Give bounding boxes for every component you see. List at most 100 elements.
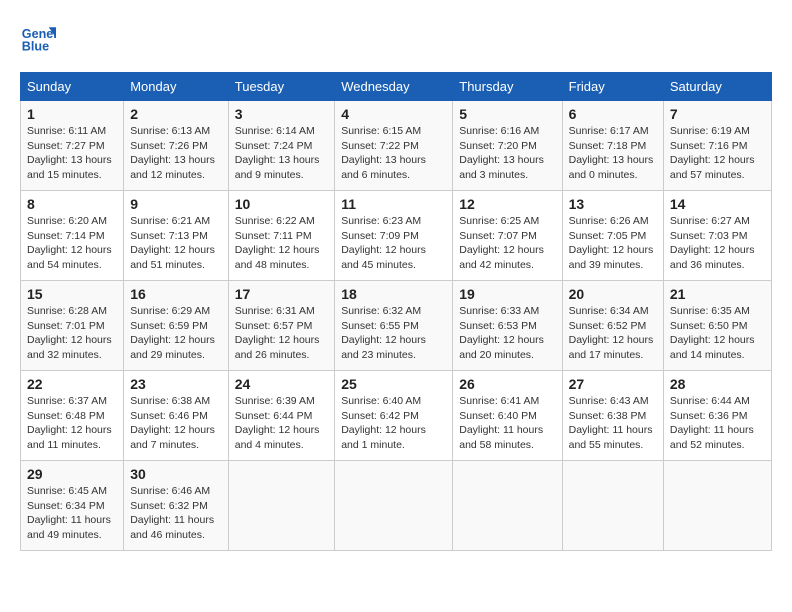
calendar-cell: 24 Sunrise: 6:39 AM Sunset: 6:44 PM Dayl… <box>228 371 334 461</box>
day-number: 13 <box>569 196 657 212</box>
day-number: 30 <box>130 466 222 482</box>
day-info: Sunrise: 6:13 AM Sunset: 7:26 PM Dayligh… <box>130 124 222 183</box>
calendar-table: SundayMondayTuesdayWednesdayThursdayFrid… <box>20 72 772 551</box>
day-info: Sunrise: 6:15 AM Sunset: 7:22 PM Dayligh… <box>341 124 446 183</box>
day-info: Sunrise: 6:38 AM Sunset: 6:46 PM Dayligh… <box>130 394 222 453</box>
calendar-cell: 15 Sunrise: 6:28 AM Sunset: 7:01 PM Dayl… <box>21 281 124 371</box>
day-number: 10 <box>235 196 328 212</box>
day-info: Sunrise: 6:43 AM Sunset: 6:38 PM Dayligh… <box>569 394 657 453</box>
day-number: 8 <box>27 196 117 212</box>
week-row-2: 8 Sunrise: 6:20 AM Sunset: 7:14 PM Dayli… <box>21 191 772 281</box>
svg-text:Blue: Blue <box>22 40 49 54</box>
day-number: 2 <box>130 106 222 122</box>
day-info: Sunrise: 6:32 AM Sunset: 6:55 PM Dayligh… <box>341 304 446 363</box>
calendar-cell <box>663 461 771 551</box>
calendar-cell: 12 Sunrise: 6:25 AM Sunset: 7:07 PM Dayl… <box>453 191 562 281</box>
calendar-cell: 1 Sunrise: 6:11 AM Sunset: 7:27 PM Dayli… <box>21 101 124 191</box>
day-info: Sunrise: 6:39 AM Sunset: 6:44 PM Dayligh… <box>235 394 328 453</box>
calendar-cell: 26 Sunrise: 6:41 AM Sunset: 6:40 PM Dayl… <box>453 371 562 461</box>
calendar-cell <box>228 461 334 551</box>
day-number: 5 <box>459 106 555 122</box>
calendar-cell: 20 Sunrise: 6:34 AM Sunset: 6:52 PM Dayl… <box>562 281 663 371</box>
day-number: 21 <box>670 286 765 302</box>
day-info: Sunrise: 6:19 AM Sunset: 7:16 PM Dayligh… <box>670 124 765 183</box>
day-info: Sunrise: 6:34 AM Sunset: 6:52 PM Dayligh… <box>569 304 657 363</box>
day-info: Sunrise: 6:21 AM Sunset: 7:13 PM Dayligh… <box>130 214 222 273</box>
header-row: SundayMondayTuesdayWednesdayThursdayFrid… <box>21 73 772 101</box>
day-number: 17 <box>235 286 328 302</box>
calendar-cell: 17 Sunrise: 6:31 AM Sunset: 6:57 PM Dayl… <box>228 281 334 371</box>
day-number: 20 <box>569 286 657 302</box>
calendar-cell: 28 Sunrise: 6:44 AM Sunset: 6:36 PM Dayl… <box>663 371 771 461</box>
calendar-cell: 18 Sunrise: 6:32 AM Sunset: 6:55 PM Dayl… <box>335 281 453 371</box>
logo: General Blue <box>20 20 62 56</box>
calendar-cell: 19 Sunrise: 6:33 AM Sunset: 6:53 PM Dayl… <box>453 281 562 371</box>
week-row-4: 22 Sunrise: 6:37 AM Sunset: 6:48 PM Dayl… <box>21 371 772 461</box>
day-info: Sunrise: 6:14 AM Sunset: 7:24 PM Dayligh… <box>235 124 328 183</box>
calendar-cell: 11 Sunrise: 6:23 AM Sunset: 7:09 PM Dayl… <box>335 191 453 281</box>
day-number: 11 <box>341 196 446 212</box>
day-info: Sunrise: 6:23 AM Sunset: 7:09 PM Dayligh… <box>341 214 446 273</box>
day-info: Sunrise: 6:28 AM Sunset: 7:01 PM Dayligh… <box>27 304 117 363</box>
calendar-cell: 5 Sunrise: 6:16 AM Sunset: 7:20 PM Dayli… <box>453 101 562 191</box>
calendar-cell: 21 Sunrise: 6:35 AM Sunset: 6:50 PM Dayl… <box>663 281 771 371</box>
week-row-5: 29 Sunrise: 6:45 AM Sunset: 6:34 PM Dayl… <box>21 461 772 551</box>
day-number: 16 <box>130 286 222 302</box>
col-header-tuesday: Tuesday <box>228 73 334 101</box>
day-number: 25 <box>341 376 446 392</box>
day-number: 22 <box>27 376 117 392</box>
day-info: Sunrise: 6:22 AM Sunset: 7:11 PM Dayligh… <box>235 214 328 273</box>
calendar-cell: 22 Sunrise: 6:37 AM Sunset: 6:48 PM Dayl… <box>21 371 124 461</box>
day-info: Sunrise: 6:26 AM Sunset: 7:05 PM Dayligh… <box>569 214 657 273</box>
day-info: Sunrise: 6:16 AM Sunset: 7:20 PM Dayligh… <box>459 124 555 183</box>
calendar-cell <box>335 461 453 551</box>
day-number: 15 <box>27 286 117 302</box>
calendar-cell: 4 Sunrise: 6:15 AM Sunset: 7:22 PM Dayli… <box>335 101 453 191</box>
logo-icon: General Blue <box>20 20 56 56</box>
day-number: 14 <box>670 196 765 212</box>
calendar-cell: 23 Sunrise: 6:38 AM Sunset: 6:46 PM Dayl… <box>124 371 229 461</box>
day-info: Sunrise: 6:20 AM Sunset: 7:14 PM Dayligh… <box>27 214 117 273</box>
day-number: 3 <box>235 106 328 122</box>
day-number: 18 <box>341 286 446 302</box>
calendar-cell: 30 Sunrise: 6:46 AM Sunset: 6:32 PM Dayl… <box>124 461 229 551</box>
calendar-cell: 16 Sunrise: 6:29 AM Sunset: 6:59 PM Dayl… <box>124 281 229 371</box>
calendar-cell: 8 Sunrise: 6:20 AM Sunset: 7:14 PM Dayli… <box>21 191 124 281</box>
calendar-cell: 3 Sunrise: 6:14 AM Sunset: 7:24 PM Dayli… <box>228 101 334 191</box>
day-info: Sunrise: 6:46 AM Sunset: 6:32 PM Dayligh… <box>130 484 222 543</box>
col-header-thursday: Thursday <box>453 73 562 101</box>
calendar-cell: 9 Sunrise: 6:21 AM Sunset: 7:13 PM Dayli… <box>124 191 229 281</box>
col-header-monday: Monday <box>124 73 229 101</box>
day-info: Sunrise: 6:33 AM Sunset: 6:53 PM Dayligh… <box>459 304 555 363</box>
day-number: 27 <box>569 376 657 392</box>
day-number: 6 <box>569 106 657 122</box>
day-number: 24 <box>235 376 328 392</box>
page-header: General Blue <box>20 20 772 56</box>
day-info: Sunrise: 6:35 AM Sunset: 6:50 PM Dayligh… <box>670 304 765 363</box>
week-row-1: 1 Sunrise: 6:11 AM Sunset: 7:27 PM Dayli… <box>21 101 772 191</box>
calendar-cell: 2 Sunrise: 6:13 AM Sunset: 7:26 PM Dayli… <box>124 101 229 191</box>
calendar-cell: 29 Sunrise: 6:45 AM Sunset: 6:34 PM Dayl… <box>21 461 124 551</box>
calendar-cell <box>453 461 562 551</box>
calendar-cell: 27 Sunrise: 6:43 AM Sunset: 6:38 PM Dayl… <box>562 371 663 461</box>
calendar-cell <box>562 461 663 551</box>
day-info: Sunrise: 6:17 AM Sunset: 7:18 PM Dayligh… <box>569 124 657 183</box>
day-info: Sunrise: 6:31 AM Sunset: 6:57 PM Dayligh… <box>235 304 328 363</box>
col-header-saturday: Saturday <box>663 73 771 101</box>
day-number: 28 <box>670 376 765 392</box>
day-info: Sunrise: 6:44 AM Sunset: 6:36 PM Dayligh… <box>670 394 765 453</box>
day-number: 4 <box>341 106 446 122</box>
calendar-cell: 14 Sunrise: 6:27 AM Sunset: 7:03 PM Dayl… <box>663 191 771 281</box>
day-info: Sunrise: 6:25 AM Sunset: 7:07 PM Dayligh… <box>459 214 555 273</box>
day-number: 12 <box>459 196 555 212</box>
day-info: Sunrise: 6:37 AM Sunset: 6:48 PM Dayligh… <box>27 394 117 453</box>
calendar-cell: 7 Sunrise: 6:19 AM Sunset: 7:16 PM Dayli… <box>663 101 771 191</box>
col-header-wednesday: Wednesday <box>335 73 453 101</box>
day-info: Sunrise: 6:29 AM Sunset: 6:59 PM Dayligh… <box>130 304 222 363</box>
week-row-3: 15 Sunrise: 6:28 AM Sunset: 7:01 PM Dayl… <box>21 281 772 371</box>
calendar-cell: 25 Sunrise: 6:40 AM Sunset: 6:42 PM Dayl… <box>335 371 453 461</box>
calendar-cell: 13 Sunrise: 6:26 AM Sunset: 7:05 PM Dayl… <box>562 191 663 281</box>
day-number: 19 <box>459 286 555 302</box>
day-info: Sunrise: 6:40 AM Sunset: 6:42 PM Dayligh… <box>341 394 446 453</box>
col-header-sunday: Sunday <box>21 73 124 101</box>
